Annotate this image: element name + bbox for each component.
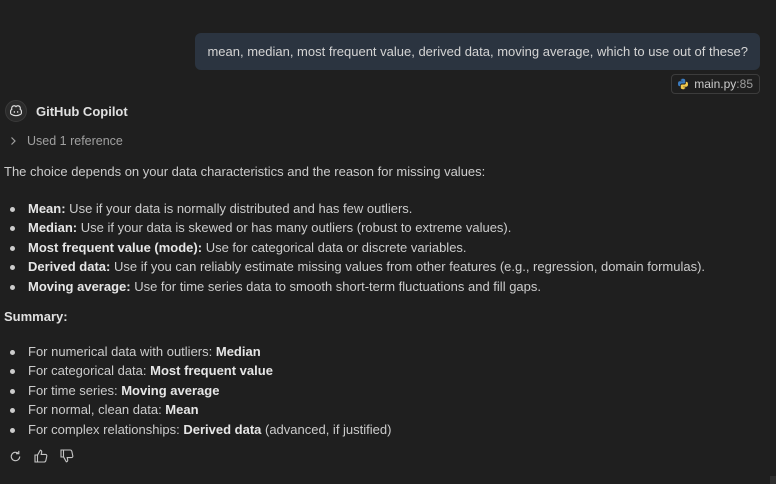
user-message-text: mean, median, most frequent value, deriv… — [207, 44, 748, 59]
list-item: For complex relationships: Derived data … — [10, 420, 768, 440]
python-icon — [677, 78, 689, 90]
list-item: For time series: Moving average — [10, 381, 768, 401]
option-text: Use if your data is normally distributed… — [65, 200, 413, 216]
user-message: mean, median, most frequent value, deriv… — [195, 33, 760, 70]
option-term: Median: — [28, 220, 78, 235]
option-term: Mean: — [28, 200, 66, 216]
option-text: Use if your data is skewed or has many o… — [77, 220, 512, 235]
list-item: For normal, clean data: Mean — [10, 400, 768, 420]
options-list: Mean: Use if your data is normally distr… — [4, 199, 768, 297]
copilot-chat-panel: mean, median, most frequent value, deriv… — [0, 0, 776, 484]
summary-answer: Moving average — [121, 382, 220, 398]
summary-answer: Most frequent value — [150, 363, 273, 378]
list-item: For categorical data: Most frequent valu… — [10, 361, 768, 381]
reference-line: 85 — [739, 77, 753, 91]
assistant-header: GitHub Copilot — [5, 100, 128, 122]
summary-prefix: For time series: — [28, 382, 122, 398]
scrollbar[interactable] — [770, 476, 776, 484]
retry-icon[interactable] — [7, 448, 23, 464]
summary-answer: Median — [215, 343, 261, 359]
assistant-name: GitHub Copilot — [36, 103, 128, 119]
summary-list: For numerical data with outliers: Median… — [4, 342, 768, 440]
option-text: Use for time series data to smooth short… — [130, 278, 541, 294]
summary-prefix: For complex relationships: — [28, 421, 184, 437]
list-item: Most frequent value (mode): Use for cate… — [10, 238, 768, 258]
copilot-icon — [5, 100, 27, 122]
summary-prefix: For numerical data with outliers: — [28, 343, 216, 359]
list-item: Moving average: Use for time series data… — [10, 277, 768, 297]
list-item: For numerical data with outliers: Median — [10, 342, 768, 362]
used-references-label: Used 1 reference — [27, 134, 123, 148]
option-text: Use for categorical data or discrete var… — [202, 239, 467, 255]
list-item: Mean: Use if your data is normally distr… — [10, 199, 768, 219]
summary-answer: Derived data — [183, 421, 262, 437]
thumbs-down-icon[interactable] — [59, 448, 75, 464]
response-intro: The choice depends on your data characte… — [4, 164, 486, 179]
option-term: Most frequent value (mode): — [28, 239, 203, 255]
used-references-toggle[interactable]: Used 1 reference — [8, 134, 123, 148]
summary-suffix: (advanced, if justified) — [261, 421, 392, 437]
option-term: Derived data: — [28, 259, 111, 274]
list-item: Derived data: Use if you can reliably es… — [10, 257, 768, 277]
summary-prefix: For normal, clean data: — [28, 402, 166, 417]
reference-file: main.py — [694, 77, 737, 91]
thumbs-up-icon[interactable] — [33, 448, 49, 464]
response-actions — [7, 448, 85, 464]
option-term: Moving average: — [28, 278, 131, 294]
option-text: Use if you can reliably estimate missing… — [110, 259, 706, 274]
assistant-response: The choice depends on your data characte… — [4, 160, 768, 439]
summary-title: Summary: — [4, 309, 68, 324]
summary-prefix: For categorical data: — [28, 363, 151, 378]
reference-chip[interactable]: main.py:85 — [671, 74, 760, 94]
chevron-right-icon — [11, 137, 16, 145]
summary-answer: Mean — [165, 402, 199, 417]
list-item: Median: Use if your data is skewed or ha… — [10, 218, 768, 238]
